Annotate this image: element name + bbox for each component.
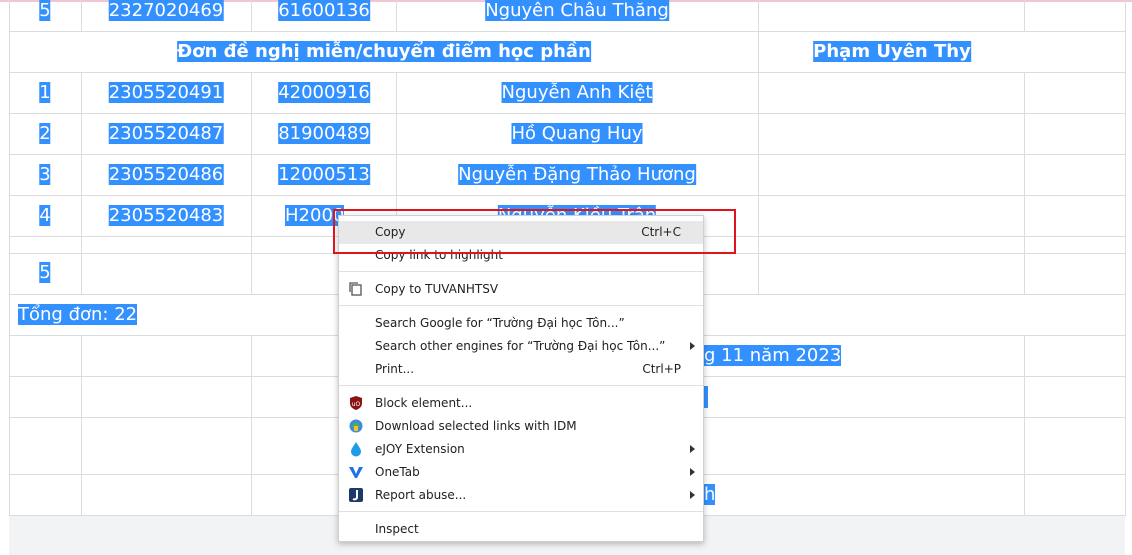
menu-item-inspect[interactable]: Inspect xyxy=(339,518,703,541)
cell-id: 81900489 xyxy=(278,123,370,144)
highlight-annotation-box xyxy=(333,209,736,254)
cell-code: 2305520486 xyxy=(108,164,224,185)
section-title: Đơn đề nghị miễn/chuyển điểm học phần xyxy=(177,41,591,62)
cell-stt: 4 xyxy=(39,205,51,226)
grid-line xyxy=(1024,335,1025,516)
cell-name: Nguyên Châu Thăng xyxy=(485,0,669,21)
menu-item-print[interactable]: Print... Ctrl+P xyxy=(339,358,703,381)
section-person: Phạm Uyên Thy xyxy=(813,41,971,62)
grid-line xyxy=(758,0,759,294)
grid-line xyxy=(81,72,82,294)
onetab-icon xyxy=(348,464,364,480)
submenu-arrow-icon xyxy=(690,445,695,453)
grid-line xyxy=(9,0,10,516)
menu-item-block-element[interactable]: uO Block element... xyxy=(339,392,703,415)
grid-line xyxy=(396,0,397,31)
menu-label: Search Google for “Trường Đại học Tôn...… xyxy=(375,316,625,330)
grid-line xyxy=(9,195,1125,196)
menu-item-search-other-engines[interactable]: Search other engines for “Trường Đại học… xyxy=(339,335,703,358)
report-icon xyxy=(348,487,364,503)
cell-stt: 2 xyxy=(39,123,51,144)
grid-line xyxy=(1125,0,1126,516)
submenu-arrow-icon xyxy=(690,491,695,499)
ejoy-icon xyxy=(348,441,364,457)
cell-stt: 1 xyxy=(39,82,51,103)
cell-code: 2305520491 xyxy=(108,82,224,103)
grid-line xyxy=(251,0,252,31)
menu-item-report-abuse[interactable]: Report abuse... xyxy=(339,484,703,507)
cell-stt: 3 xyxy=(39,164,51,185)
menu-label: Report abuse... xyxy=(375,488,467,502)
cell-id: 42000916 xyxy=(278,82,370,103)
grid-line xyxy=(9,31,1125,32)
menu-label: Copy to TUVANHTSV xyxy=(375,282,499,296)
menu-label: Download selected links with IDM xyxy=(375,419,577,433)
cell-stt: 5 xyxy=(39,0,51,21)
menu-separator xyxy=(339,385,703,386)
ublock-icon: uO xyxy=(348,395,364,411)
cell-id: 12000513 xyxy=(278,164,370,185)
cell-code: 2305520487 xyxy=(108,123,224,144)
grid-line xyxy=(9,113,1125,114)
date-line: g 11 năm 2023 xyxy=(704,345,842,366)
menu-label: eJOY Extension xyxy=(375,442,465,456)
cell-name: Nguyễn Đặng Thảo Hương xyxy=(458,164,696,185)
grid-line xyxy=(9,72,1125,73)
grid-line xyxy=(251,335,252,516)
cell-code: 2305520483 xyxy=(108,205,224,226)
grid-line xyxy=(1024,0,1025,31)
context-menu: Copy Ctrl+C Copy link to highlight Copy … xyxy=(338,215,704,542)
grid-line xyxy=(81,0,82,31)
menu-label: OneTab xyxy=(375,465,420,479)
menu-item-search-google[interactable]: Search Google for “Trường Đại học Tôn...… xyxy=(339,312,703,335)
menu-item-ejoy[interactable]: eJOY Extension xyxy=(339,438,703,461)
signature-fragment: h xyxy=(704,484,716,505)
grid-line xyxy=(81,335,82,516)
menu-item-onetab[interactable]: OneTab xyxy=(339,461,703,484)
selection-fragment xyxy=(704,386,708,408)
menu-separator xyxy=(339,271,703,272)
total-count: Tổng đơn: 22 xyxy=(18,304,138,325)
cell-name: Nguyễn Anh Kiệt xyxy=(501,82,653,103)
copy-icon xyxy=(348,281,364,297)
menu-label: Search other engines for “Trường Đại học… xyxy=(375,339,666,353)
menu-label: Block element... xyxy=(375,396,473,410)
cell-name: Hồ Quang Huy xyxy=(511,123,643,144)
menu-label: Inspect xyxy=(375,522,419,536)
menu-separator xyxy=(339,305,703,306)
grid-line xyxy=(1024,72,1025,294)
grid-line xyxy=(251,72,252,294)
idm-icon xyxy=(348,418,364,434)
grid-line xyxy=(9,154,1125,155)
submenu-arrow-icon xyxy=(690,342,695,350)
cell-code: 2327020469 xyxy=(108,0,224,21)
svg-text:uO: uO xyxy=(352,401,361,408)
menu-separator xyxy=(339,511,703,512)
cell-id: 61600136 xyxy=(278,0,370,21)
cell-stt: 5 xyxy=(39,262,51,283)
menu-item-idm-download[interactable]: Download selected links with IDM xyxy=(339,415,703,438)
menu-shortcut: Ctrl+P xyxy=(642,362,681,376)
submenu-arrow-icon xyxy=(690,468,695,476)
menu-label: Print... xyxy=(375,362,415,376)
menu-item-copy-to-device[interactable]: Copy to TUVANHTSV xyxy=(339,278,703,301)
